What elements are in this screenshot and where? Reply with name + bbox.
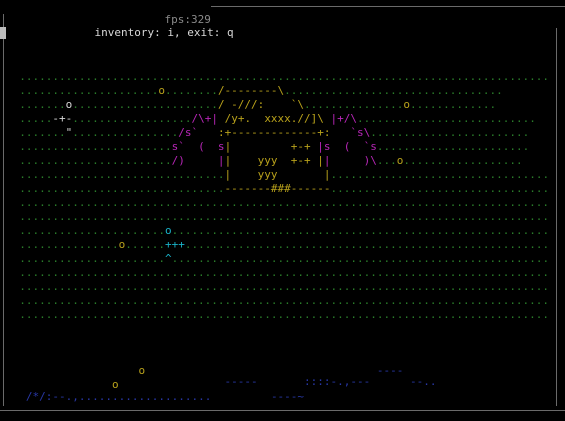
map-glyphs: ........................................…	[6, 70, 550, 83]
map-glyphs: ........................................…	[6, 280, 550, 293]
map-row: ......................^.................…	[6, 252, 549, 266]
map-glyphs: ........................................…	[6, 308, 550, 321]
map-row: ...............................-------##…	[6, 182, 549, 196]
map-glyphs: s` ( s	[171, 140, 225, 153]
map-glyphs: ........................	[370, 126, 530, 139]
map-row: .....-+-................../\+| /y+. xxxx…	[6, 112, 536, 126]
map-glyphs	[6, 390, 26, 403]
map-glyphs: ................	[72, 126, 179, 139]
map-glyphs: ...............................	[6, 182, 225, 195]
map-glyphs: /--------\	[217, 84, 285, 97]
map-glyphs: ...................	[85, 390, 212, 403]
map-glyphs: /\+|	[191, 112, 225, 125]
map-glyphs: | yyy +-+ |	[224, 154, 324, 167]
map-glyphs: +++	[164, 238, 185, 251]
map-row: ......................./) || yyy +-+ || …	[6, 154, 523, 168]
map-glyphs: ^	[164, 252, 172, 265]
map-glyphs: `s\	[330, 126, 371, 139]
map-glyphs: .............	[410, 98, 497, 111]
map-glyphs: o	[158, 84, 165, 97]
map-row: .....................o......../--------\…	[6, 84, 503, 98]
map-glyphs: ......................	[72, 98, 218, 111]
map-glyphs: .................................	[330, 182, 550, 195]
map-glyphs: .................................	[284, 84, 503, 97]
map-glyphs: -+-	[52, 112, 73, 125]
map-glyphs: | yyy |	[224, 168, 331, 181]
bottom-border	[0, 410, 565, 411]
map-glyphs: /s`	[178, 126, 218, 139]
map-glyphs: .......................	[6, 154, 172, 167]
map-glyphs: /*/:--.,.	[25, 390, 86, 403]
map-glyphs: ..................	[403, 154, 523, 167]
map-glyphs: ........................................…	[6, 266, 550, 279]
map-glyphs: ...	[376, 154, 397, 167]
map-glyphs: .......................	[376, 140, 530, 153]
map-glyphs: :+-------------+:	[217, 126, 331, 139]
map-row: ...............................| yyy |..…	[6, 168, 549, 182]
map-glyphs: /y+. xxxx.//]\	[224, 112, 331, 125]
map-glyphs: /) |	[171, 154, 225, 167]
map-glyphs: .......	[6, 98, 66, 111]
map-glyphs: ......................	[6, 224, 165, 237]
terminal-cursor	[0, 27, 6, 39]
right-border	[556, 28, 557, 406]
map-glyphs: o	[403, 98, 410, 111]
map-glyphs: ...........................	[357, 112, 536, 125]
map-row: /*/:--.,.................... ----~	[6, 390, 304, 404]
map-glyphs: ........................................…	[6, 210, 550, 223]
map-row: ...............o......+++...............…	[6, 238, 549, 252]
map-glyphs: |s ( `s	[317, 140, 377, 153]
map-glyphs: ...............................	[6, 168, 225, 181]
map-glyphs	[211, 390, 271, 403]
left-border	[3, 14, 4, 406]
map-row: ........................................…	[6, 266, 549, 280]
map-row: ........................................…	[6, 294, 549, 308]
map-glyphs: ----~	[270, 390, 305, 403]
map-glyphs: | )\	[323, 154, 377, 167]
map-glyphs: ........................................…	[6, 294, 550, 307]
map-row: ........................................…	[6, 280, 549, 294]
map-glyphs: ......................	[6, 252, 165, 265]
map-glyphs: o	[164, 224, 172, 237]
map-glyphs: ...............	[6, 238, 119, 251]
map-row: ......."................/s` :+----------…	[6, 126, 529, 140]
map-glyphs: .......................	[6, 140, 172, 153]
map-row: ....... o....................../ -///: `\…	[6, 98, 496, 112]
map-glyphs: .....	[6, 112, 53, 125]
map-row: ......................o.................…	[6, 224, 549, 238]
map-glyphs: .......	[6, 126, 66, 139]
map-glyphs: ......	[125, 238, 165, 251]
map-glyphs: ...............	[304, 98, 404, 111]
map-glyphs: ........................................…	[6, 196, 550, 209]
controls-hint: inventory: i, exit: q	[94, 26, 234, 39]
map-glyphs: ..................	[72, 112, 192, 125]
map-glyphs: |+/\	[330, 112, 358, 125]
map-glyphs: ........................................…	[171, 224, 550, 237]
game-screen: fps:329 inventory: i, exit: q ..........…	[0, 0, 565, 421]
map-row: ........................................…	[6, 70, 549, 84]
map-row: ........................................…	[6, 210, 549, 224]
map-glyphs: | +-+	[224, 140, 318, 153]
map-glyphs: / -///: `\	[217, 98, 305, 111]
map-glyphs: ........................................…	[184, 238, 550, 251]
map-row: .......................s` ( s| +-+ |s ( …	[6, 140, 529, 154]
map-glyphs: .....................	[6, 84, 159, 97]
map-glyphs: -------###------	[224, 182, 331, 195]
map-row: ........................................…	[6, 308, 549, 322]
map-row: ........................................…	[6, 196, 549, 210]
map-glyphs: ........................................…	[171, 252, 550, 265]
map-glyphs: .................................	[330, 168, 550, 181]
map-glyphs: ........	[164, 84, 218, 97]
